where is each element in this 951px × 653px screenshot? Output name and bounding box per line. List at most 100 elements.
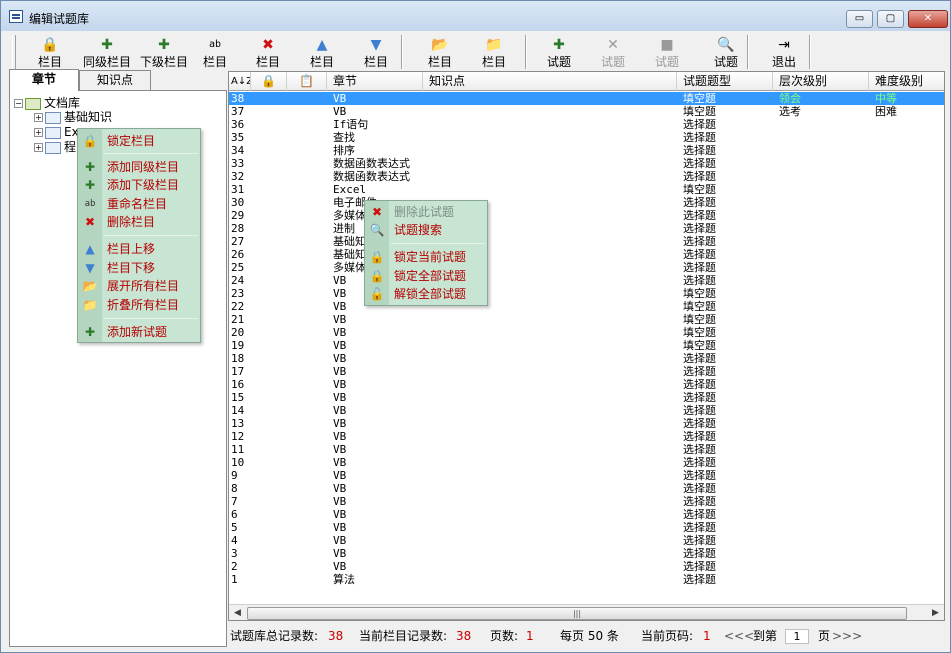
expand-icon[interactable]: + (34, 143, 43, 152)
table-row[interactable]: 11 VB 选择题 (229, 443, 944, 456)
column-level[interactable]: 层次级别 (773, 72, 869, 91)
table-row[interactable]: 8 VB 选择题 (229, 482, 944, 495)
toolbar-button-13[interactable]: ⇥ 退出 (761, 33, 807, 71)
table-row[interactable]: 14 VB 选择题 (229, 404, 944, 417)
table-row[interactable]: 33 数据函数表达式 选择题 (229, 157, 944, 170)
menu-item-add-child[interactable]: ✚ 添加下级栏目 (78, 176, 200, 194)
table-row[interactable]: 26 基础知 选择题 (229, 248, 944, 261)
minimize-button[interactable]: ▭ (846, 10, 873, 28)
toolbar-button-1[interactable]: ✚ 同级栏目 (79, 33, 135, 71)
column-difficulty[interactable]: 难度级别 (869, 72, 944, 91)
goto-page-input[interactable]: 1 (785, 629, 809, 644)
cell-type: 填空题 (683, 105, 716, 118)
toolbar-button-3[interactable]: ab 栏目 (197, 33, 233, 71)
table-row[interactable]: 28 进制 选择题 (229, 222, 944, 235)
column-chapter[interactable]: 章节 (327, 72, 423, 91)
scroll-right-icon[interactable]: ▶ (927, 605, 944, 620)
menu-item-move-up[interactable]: ▲ 栏目上移 (78, 240, 200, 258)
table-row[interactable]: 6 VB 选择题 (229, 508, 944, 521)
table-row[interactable]: 10 VB 选择题 (229, 456, 944, 469)
table-row[interactable]: 29 多媒体 选择题 (229, 209, 944, 222)
table-row[interactable]: 22 VB 填空题 (229, 300, 944, 313)
toolbar-button-8[interactable]: 📁 栏目 (475, 33, 513, 71)
table-row[interactable]: 2 VB 选择题 (229, 560, 944, 573)
menu-item-delete[interactable]: ✖ 删除此试题 (365, 203, 487, 221)
table-row[interactable]: 38 VB 填空题 领会 中等 (229, 92, 944, 105)
tab-chapter[interactable]: 章节 (9, 69, 79, 91)
menu-item-unlock[interactable]: 🔓 解锁全部试题 (365, 285, 487, 303)
table-row[interactable]: 20 VB 填空题 (229, 326, 944, 339)
column-question-type[interactable]: 试题题型 (677, 72, 773, 91)
toolbar-button-7[interactable]: 📂 栏目 (421, 33, 459, 71)
menu-item-add-sibling[interactable]: ✚ 添加同级栏目 (78, 158, 200, 176)
menu-item-rename[interactable]: ab 重命名栏目 (78, 195, 200, 213)
menu-item-move-down[interactable]: ▼ 栏目下移 (78, 259, 200, 277)
toolbar-button-6[interactable]: ▼ 栏目 (357, 33, 395, 71)
toolbar-grip[interactable] (12, 35, 16, 69)
menu-item-collapse-folder[interactable]: 📁 折叠所有栏目 (78, 296, 200, 314)
toolbar-button-4[interactable]: ✖ 栏目 (249, 33, 287, 71)
prev-page-button[interactable]: <<< (724, 626, 754, 646)
scroll-left-icon[interactable]: ◀ (229, 605, 246, 620)
table-row[interactable]: 19 VB 填空题 (229, 339, 944, 352)
toolbar-button-0[interactable]: 🔒 栏目 (27, 33, 73, 71)
tab-knowledge-point[interactable]: 知识点 (79, 70, 151, 90)
cell-chapter: VB (333, 404, 347, 417)
toolbar-button-12[interactable]: 🔍 试题 (703, 33, 749, 71)
tree-node[interactable]: + Ex (34, 124, 79, 140)
table-row[interactable]: 23 VB 填空题 (229, 287, 944, 300)
table-row[interactable]: 21 VB 填空题 (229, 313, 944, 326)
expand-icon[interactable]: + (34, 128, 43, 137)
table-row[interactable]: 32 数据函数表达式 选择题 (229, 170, 944, 183)
table-row[interactable]: 30 电子邮件 选择题 (229, 196, 944, 209)
sort-icon[interactable]: A↓Z (229, 72, 251, 91)
tree-node[interactable]: + 基础知识 (34, 109, 112, 125)
table-row[interactable]: 35 查找 选择题 (229, 131, 944, 144)
table-row[interactable]: 12 VB 选择题 (229, 430, 944, 443)
maximize-button[interactable]: ▢ (877, 10, 904, 28)
table-row[interactable]: 31 Excel 填空题 (229, 183, 944, 196)
lock-column-icon[interactable]: 🔒 (251, 72, 287, 91)
table-row[interactable]: 17 VB 选择题 (229, 365, 944, 378)
next-page-button[interactable]: >>> (832, 626, 862, 646)
expand-icon[interactable]: + (34, 113, 43, 122)
scrollbar-thumb[interactable]: ||| (247, 607, 907, 620)
table-row[interactable]: 4 VB 选择题 (229, 534, 944, 547)
table-row[interactable]: 13 VB 选择题 (229, 417, 944, 430)
menu-item-delete[interactable]: ✖ 删除栏目 (78, 213, 200, 231)
table-row[interactable]: 18 VB 选择题 (229, 352, 944, 365)
menu-item-expand-folder[interactable]: 📂 展开所有栏目 (78, 277, 200, 295)
toolbar-button-9[interactable]: ✚ 试题 (539, 33, 579, 71)
table-row[interactable]: 16 VB 选择题 (229, 378, 944, 391)
table-row[interactable]: 3 VB 选择题 (229, 547, 944, 560)
toolbar-button-11[interactable]: ■ 试题 (647, 33, 687, 71)
toolbar-button-10[interactable]: ✕ 试题 (593, 33, 633, 71)
table-row[interactable]: 34 排序 选择题 (229, 144, 944, 157)
horizontal-scrollbar[interactable]: ◀ ||| ▶ (229, 604, 944, 620)
menu-item-lock[interactable]: 🔒 锁定全部试题 (365, 267, 487, 285)
clipboard-column-icon[interactable]: 📋 (287, 72, 327, 91)
table-row[interactable]: 1 算法 选择题 (229, 573, 944, 586)
table-row[interactable]: 27 基础知 选择题 (229, 235, 944, 248)
menu-item-add-question[interactable]: ✚ 添加新试题 (78, 323, 200, 341)
menu-separator (104, 235, 198, 236)
toolbar-button-5[interactable]: ▲ 栏目 (303, 33, 341, 71)
table-row[interactable]: 37 VB 填空题 选考 困难 (229, 105, 944, 118)
close-button[interactable]: ✕ (908, 10, 948, 28)
menu-item-lock[interactable]: 🔒 锁定栏目 (78, 132, 200, 150)
table-row[interactable]: 25 多媒体 选择题 (229, 261, 944, 274)
table-row[interactable]: 5 VB 选择题 (229, 521, 944, 534)
tree-node[interactable]: + 程 (34, 139, 76, 155)
toolbar-button-2[interactable]: ✚ 下级栏目 (135, 33, 193, 71)
menu-item-search[interactable]: 🔍 试题搜索 (365, 221, 487, 239)
table-row[interactable]: 24 VB 选择题 (229, 274, 944, 287)
table-row[interactable]: 15 VB 选择题 (229, 391, 944, 404)
table-row[interactable]: 7 VB 选择题 (229, 495, 944, 508)
move-up-icon: ▲ (85, 242, 95, 256)
menu-item-lock[interactable]: 🔒 锁定当前试题 (365, 248, 487, 266)
column-knowledge-point[interactable]: 知识点 (423, 72, 677, 91)
table-row[interactable]: 36 If语句 选择题 (229, 118, 944, 131)
table-row[interactable]: 9 VB 选择题 (229, 469, 944, 482)
rename-icon: ab (208, 39, 222, 50)
collapse-icon[interactable]: − (14, 99, 23, 108)
